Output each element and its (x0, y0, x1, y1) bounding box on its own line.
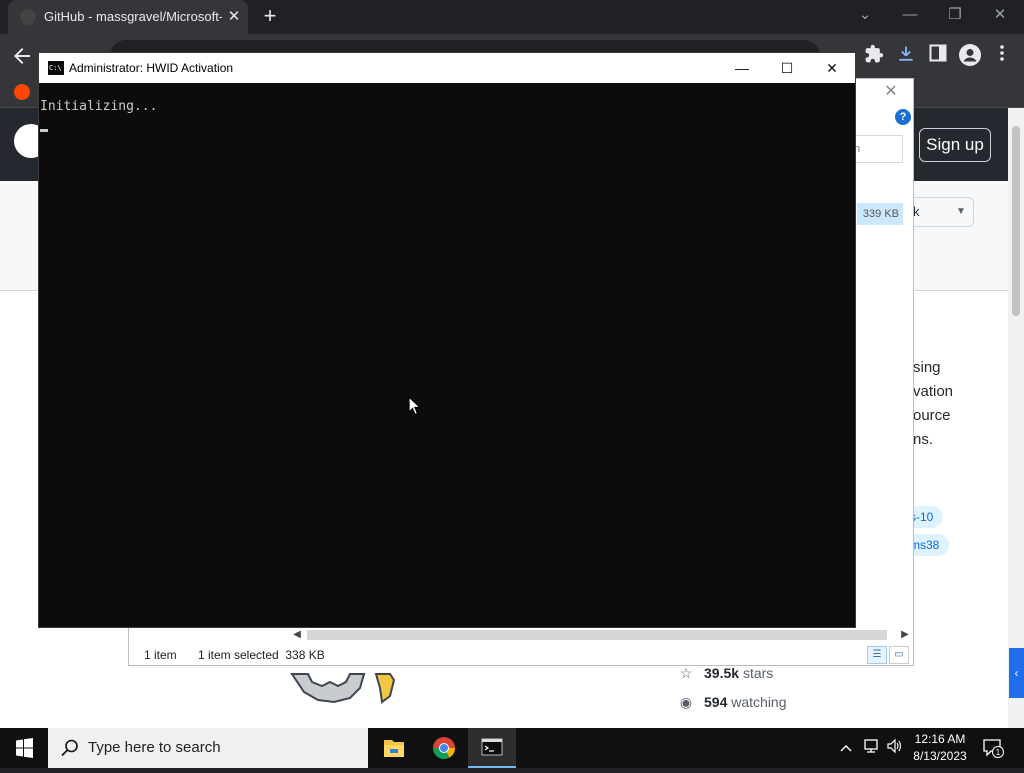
terminal-icon: C:\ (48, 61, 64, 75)
chrome-taskbar-icon[interactable] (420, 728, 468, 768)
download-icon[interactable] (894, 44, 918, 68)
close-button[interactable]: ✕ (809, 53, 855, 83)
stars-count: 39.5k (704, 665, 740, 681)
new-tab-button[interactable]: + (257, 4, 283, 30)
file-size-cell: 339 KB (857, 203, 903, 225)
search-placeholder: Type here to search (88, 739, 221, 756)
browser-tab-github[interactable]: GitHub - massgravel/Microsoft-A ✕ (8, 0, 248, 34)
tab-close-icon[interactable]: ✕ (226, 8, 242, 26)
volume-icon[interactable] (884, 738, 906, 758)
sign-up-button[interactable]: Sign up (919, 128, 991, 162)
selection-info: 1 item selected 338 KB (198, 648, 325, 662)
close-icon[interactable]: ✕ (881, 81, 901, 101)
close-window-icon[interactable]: ✕ (985, 2, 1015, 28)
item-count: 1 item (144, 648, 177, 662)
cmd-window-title: Administrator: HWID Activation (69, 61, 234, 75)
minimize-button[interactable]: — (719, 53, 765, 83)
about-line: sing (913, 359, 941, 376)
about-line: ource (913, 407, 951, 424)
stars-label: stars (742, 665, 774, 681)
clock-date: 8/13/2023 (913, 749, 967, 763)
github-favicon-icon (20, 9, 36, 25)
tab-search-icon[interactable]: ⌄ (850, 2, 880, 28)
taskbar: Type here to search 12:16 AM 8/13/2023 1 (0, 728, 1024, 768)
tab-strip: GitHub - massgravel/Microsoft-A ✕ + ⌄ — … (0, 0, 1024, 34)
maximize-button[interactable]: ☐ (764, 53, 810, 83)
more-menu-icon[interactable] (990, 44, 1014, 68)
file-explorer-taskbar-icon[interactable] (370, 728, 418, 768)
back-arrow-icon[interactable] (10, 44, 34, 68)
cmd-title-bar[interactable]: C:\ Administrator: HWID Activation — ☐ ✕ (39, 53, 855, 83)
console-output: Initializing... (40, 99, 158, 114)
scroll-right-icon[interactable]: ▶ (897, 627, 913, 643)
about-line: ns. (913, 431, 934, 448)
network-icon[interactable] (860, 738, 882, 758)
watching-stat[interactable]: ◉ 594 watching (678, 691, 787, 713)
side-panel-icon[interactable] (926, 44, 950, 68)
taskbar-search-box[interactable]: Type here to search (48, 728, 368, 768)
large-icons-view-icon[interactable]: ▭ (889, 646, 909, 664)
page-scrollbar[interactable] (1008, 108, 1024, 728)
watching-label: watching (731, 694, 787, 710)
system-clock[interactable]: 12:16 AM 8/13/2023 (906, 731, 974, 765)
reddit-bookmark-icon[interactable] (14, 84, 30, 100)
scrollbar-thumb[interactable] (1012, 126, 1020, 316)
minimize-icon[interactable]: — (895, 2, 925, 28)
gear-illustration (290, 666, 396, 704)
start-button[interactable] (0, 728, 48, 768)
eye-icon: ◉ (679, 694, 693, 710)
side-collapse-tab[interactable]: ‹ (1009, 648, 1024, 698)
details-view-icon[interactable]: ☰ (867, 646, 887, 664)
tray-expand-icon[interactable] (836, 738, 856, 758)
horizontal-scrollbar[interactable]: ◀ ▶ (289, 627, 913, 643)
search-icon (60, 738, 80, 758)
watching-count: 594 (704, 694, 728, 710)
restore-icon[interactable]: ❐ (940, 2, 970, 28)
profile-icon[interactable] (958, 44, 982, 68)
help-icon[interactable]: ? (895, 109, 911, 125)
tab-title: GitHub - massgravel/Microsoft-A (44, 9, 222, 24)
clock-time: 12:16 AM (914, 732, 966, 746)
about-line: vation (913, 383, 954, 400)
notification-center-icon[interactable]: 1 (982, 738, 1004, 758)
scroll-left-icon[interactable]: ◀ (289, 627, 305, 643)
text-cursor (40, 129, 48, 132)
repo-about-text: sing vation ource ns. (913, 356, 1008, 452)
scrollbar-thumb[interactable] (307, 630, 887, 640)
mouse-pointer-icon (408, 395, 422, 416)
chevron-down-icon[interactable]: ▼ (951, 206, 971, 220)
notification-count: 1 (996, 748, 1001, 757)
cmd-taskbar-icon[interactable] (468, 728, 516, 768)
extensions-icon[interactable] (862, 44, 886, 68)
cmd-window: C:\ Administrator: HWID Activation — ☐ ✕… (38, 52, 856, 628)
status-bar: 1 item 1 item selected 338 KB ☰ ▭ (129, 645, 913, 665)
